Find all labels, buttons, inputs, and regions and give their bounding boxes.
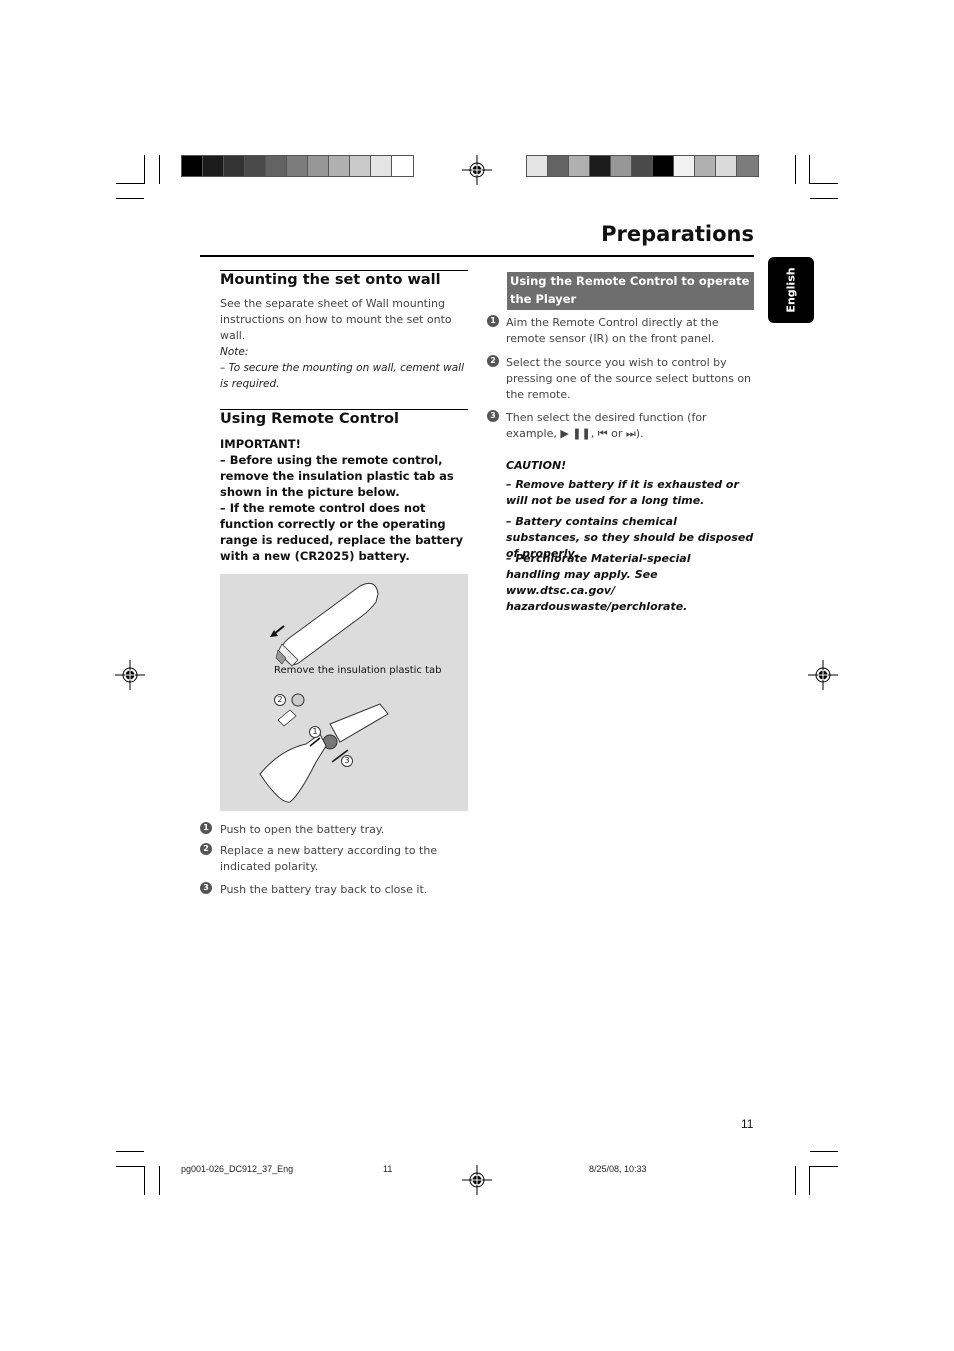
crop-mark (144, 1166, 145, 1195)
section-rule (220, 270, 468, 271)
color-swatch (371, 156, 392, 176)
note-label: Note: (220, 346, 249, 358)
crop-mark (810, 1166, 838, 1167)
color-swatch (308, 156, 329, 176)
step-number-badge: 2 (200, 843, 212, 855)
illustration-caption: Remove the insulation plastic tab (274, 665, 442, 676)
crop-mark (159, 1166, 160, 1195)
caution-item: – Remove battery if it is exhausted or w… (506, 478, 739, 507)
crop-mark (116, 183, 144, 184)
color-calibration-bar-left (181, 155, 414, 177)
crop-mark (810, 1151, 838, 1152)
color-swatch (548, 156, 569, 176)
step-number-badge: 3 (200, 882, 212, 894)
important-label: IMPORTANT! (220, 437, 301, 451)
caution-label: CAUTION! (506, 459, 567, 472)
remote-tab-drawing (259, 582, 389, 803)
step-number-badge: 1 (487, 315, 499, 327)
crop-mark (795, 155, 796, 184)
color-calibration-bar-right (526, 155, 759, 177)
step-number-badge: 1 (200, 822, 212, 834)
color-swatch (527, 156, 548, 176)
important-block: IMPORTANT! – Before using the remote con… (220, 436, 470, 564)
callout-2: 2 (274, 694, 286, 706)
color-swatch (266, 156, 287, 176)
crop-mark (144, 155, 145, 184)
crop-mark (116, 1151, 144, 1152)
color-swatch (695, 156, 716, 176)
caution-item: – Perchlorate Material-special handling … (506, 552, 691, 613)
remote-control-icon (275, 582, 379, 667)
color-swatch (653, 156, 674, 176)
crop-mark (159, 155, 160, 184)
crop-mark (810, 183, 838, 184)
language-tab: English (768, 257, 814, 323)
crop-mark (810, 198, 838, 199)
color-swatch (182, 156, 203, 176)
operate-step: Aim the Remote Control directly at the r… (506, 316, 719, 345)
footer-datetime: 8/25/08, 10:33 (589, 1164, 647, 1174)
color-swatch (350, 156, 371, 176)
color-swatch (224, 156, 245, 176)
registration-mark-icon (808, 660, 838, 690)
color-swatch (590, 156, 611, 176)
title-rule (200, 255, 754, 257)
mounting-body: See the separate sheet of Wall mounting … (220, 297, 452, 342)
color-swatch (245, 156, 266, 176)
important-item: – Before using the remote control, remov… (220, 453, 454, 499)
registration-mark-icon (462, 1165, 492, 1195)
registration-mark-icon (115, 660, 145, 690)
mounting-heading: Mounting the set onto wall (220, 272, 441, 288)
crop-mark (809, 1166, 810, 1195)
footer-file: pg001-026_DC912_37_Eng (181, 1164, 294, 1174)
color-swatch (203, 156, 224, 176)
battery-step: Push the battery tray back to close it. (220, 883, 428, 896)
registration-mark-icon (462, 155, 492, 185)
arrow-icon (270, 625, 285, 637)
important-item: – If the remote control does not functio… (220, 501, 464, 563)
color-swatch (392, 156, 413, 176)
battery-step: Replace a new battery according to the i… (220, 844, 438, 873)
footer-page: 11 (383, 1164, 393, 1174)
note-text: – To secure the mounting on wall, cement… (220, 362, 464, 390)
step-number-badge: 3 (487, 410, 499, 422)
color-swatch (611, 156, 632, 176)
operate-step: Select the source you wish to control by… (506, 356, 752, 401)
crop-mark (809, 155, 810, 184)
color-swatch (632, 156, 653, 176)
color-swatch (716, 156, 737, 176)
crop-mark (116, 198, 144, 199)
callout-1: 1 (309, 726, 321, 738)
operate-heading: Using the Remote Control to operate the … (507, 272, 754, 310)
hand-battery-drawing (259, 693, 389, 803)
color-swatch (737, 156, 758, 176)
battery-step: Push to open the battery tray. (220, 823, 385, 836)
color-swatch (329, 156, 350, 176)
callout-3: 3 (341, 755, 353, 767)
language-tab-label: English (784, 267, 798, 313)
battery-illustration: Remove the insulation plastic tab 1 2 3 (220, 574, 468, 811)
remote-heading: Using Remote Control (220, 411, 399, 427)
operate-step: Then select the desired function (for ex… (506, 411, 707, 440)
page-number: 11 (741, 1117, 754, 1131)
crop-mark (795, 1166, 796, 1195)
color-swatch (569, 156, 590, 176)
section-rule (220, 409, 468, 410)
step-number-badge: 2 (487, 355, 499, 367)
page-title: Preparations (601, 222, 754, 246)
color-swatch (674, 156, 695, 176)
color-swatch (287, 156, 308, 176)
crop-mark (116, 1166, 144, 1167)
